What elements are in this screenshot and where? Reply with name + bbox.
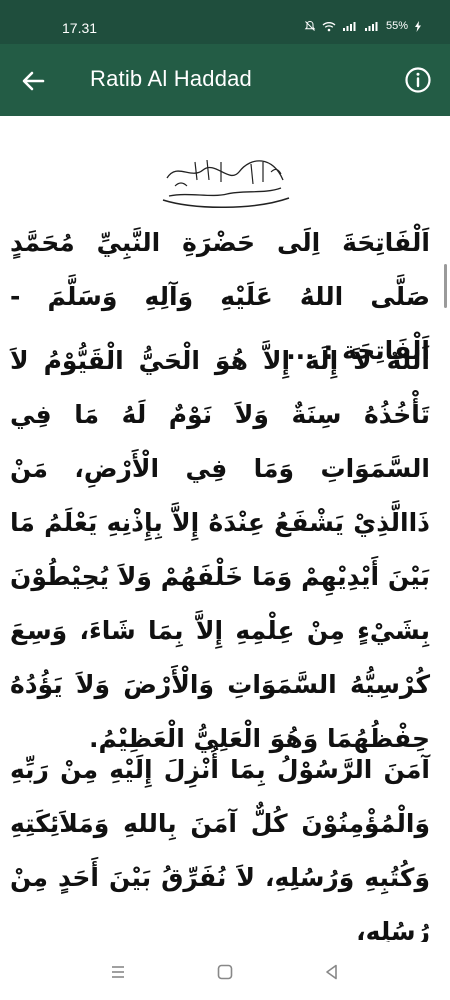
mute-bell-icon: [304, 20, 316, 31]
status-bar: 17.31 55%: [0, 0, 450, 44]
home-square-icon: [217, 964, 233, 980]
home-button[interactable]: [215, 962, 235, 982]
page-title: Ratib Al Haddad: [90, 66, 252, 91]
status-icons: 55%: [304, 20, 422, 32]
recents-button[interactable]: [108, 962, 128, 982]
app-bar: Ratib Al Haddad: [0, 44, 450, 116]
system-navigation-bar: [0, 942, 450, 1000]
system-back-button[interactable]: [322, 962, 342, 982]
signal-icon: [342, 21, 356, 31]
bismillah-calligraphy-icon: [162, 159, 290, 208]
wifi-icon: [322, 21, 336, 31]
back-button[interactable]: [18, 66, 48, 96]
battery-level: 55%: [385, 20, 408, 32]
recents-lines-icon: [112, 966, 124, 978]
signal-icon-2: [364, 21, 378, 31]
info-button[interactable]: [404, 66, 432, 94]
amana-rasul-paragraph: آمَنَ الرَّسُوْلُ بِمَا أُنْزِلَ إِلَيْه…: [10, 755, 430, 942]
arrow-left-icon: [22, 71, 45, 91]
status-time: 17.31: [62, 20, 98, 36]
scrollbar-thumb[interactable]: [444, 264, 447, 308]
charging-icon: [415, 20, 421, 32]
info-circle-icon: [405, 67, 431, 93]
ayat-kursi-paragraph: اَللهُ لاَ إِلَهَ إِلاَّ هُوَ الْحَيُّ ا…: [10, 346, 430, 753]
back-triangle-icon: [326, 964, 337, 980]
ratib-content[interactable]: اَلْفَاتِحَةَ اِلَى حَضْرَةِ النَّبِيِّ …: [0, 116, 450, 942]
